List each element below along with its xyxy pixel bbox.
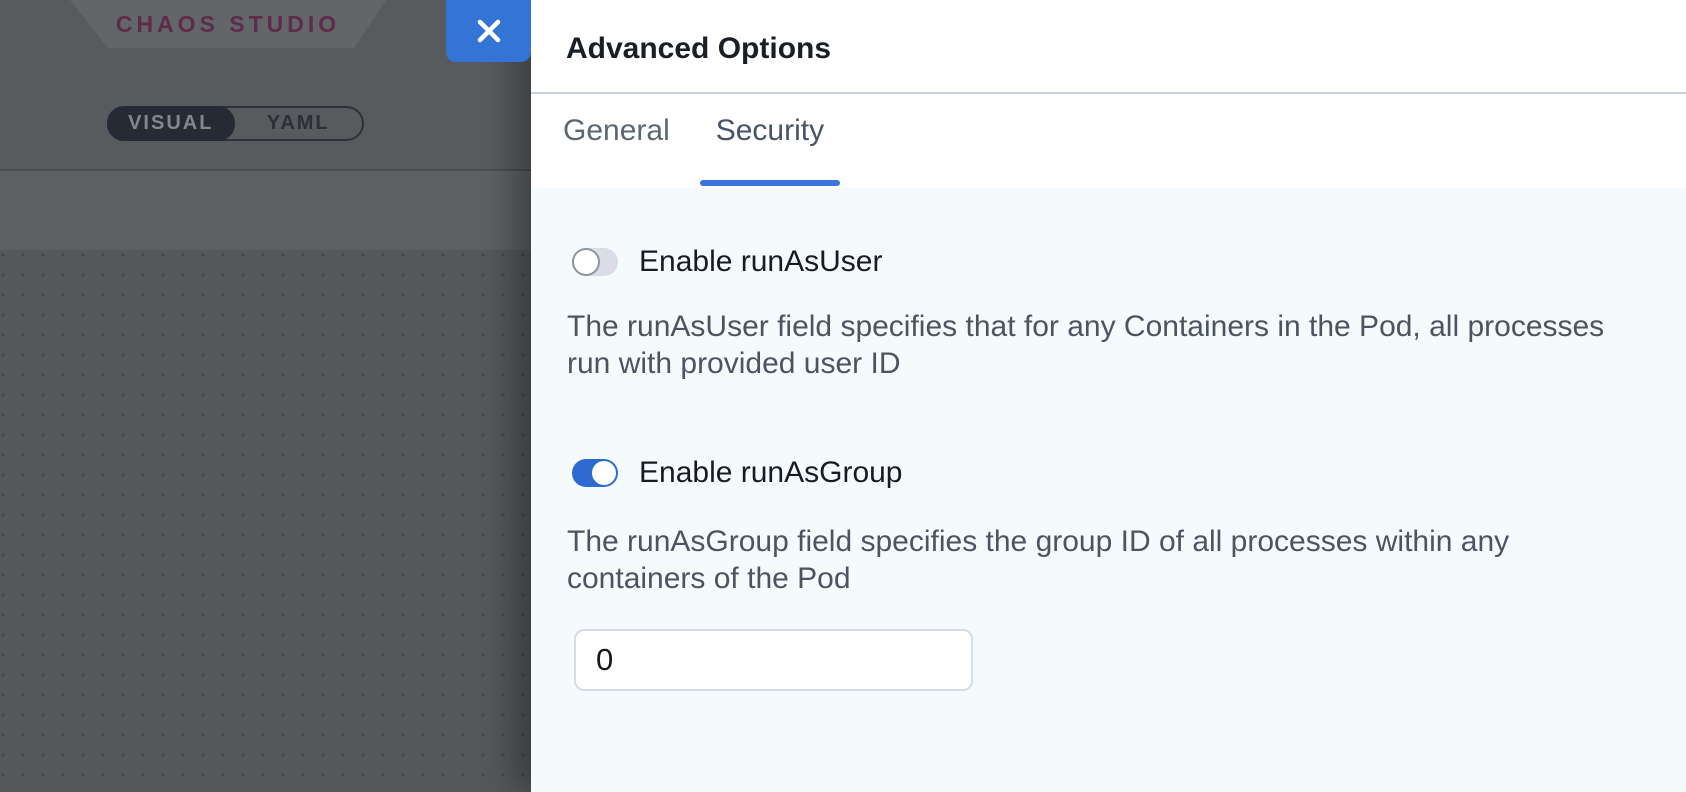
run-as-group-label: Enable runAsGroup (639, 456, 903, 490)
run-as-group-id-input[interactable] (574, 629, 973, 691)
enable-run-as-user-toggle[interactable] (572, 248, 618, 276)
close-icon (476, 18, 502, 44)
run-as-group-description: The runAsGroup field specifies the group… (567, 523, 1650, 597)
security-tab-content: Enable runAsUser The runAsUser field spe… (531, 188, 1686, 792)
enable-run-as-group-toggle[interactable] (572, 459, 618, 487)
drawer-tabs: General Security (531, 94, 1686, 186)
run-as-group-row: Enable runAsGroup (572, 456, 1650, 490)
close-drawer-button[interactable] (446, 0, 531, 62)
advanced-options-drawer: Advanced Options General Security Enable… (531, 0, 1686, 792)
run-as-user-row: Enable runAsUser (572, 245, 1650, 279)
toggle-knob (572, 248, 600, 276)
brand-banner: CHAOS STUDIO (70, 0, 386, 48)
brand-title: CHAOS STUDIO (116, 11, 340, 38)
toggle-knob (592, 461, 616, 485)
diagram-dotted-grid (0, 250, 531, 792)
run-as-user-description: The runAsUser field specifies that for a… (567, 308, 1650, 382)
description-line: The runAsGroup field specifies the group… (567, 523, 1650, 560)
screen: CHAOS STUDIO VISUAL YAML Advanced Option… (0, 0, 1686, 792)
view-mode-toggle: VISUAL YAML (107, 106, 364, 141)
drawer-title: Advanced Options (566, 32, 831, 92)
yaml-tab[interactable]: YAML (235, 108, 363, 139)
tab-general[interactable]: General (547, 94, 686, 186)
description-line: run with provided user ID (567, 345, 1650, 382)
tab-security[interactable]: Security (700, 94, 840, 186)
description-line: containers of the Pod (567, 560, 1650, 597)
run-as-user-label: Enable runAsUser (639, 245, 882, 279)
drawer-header: Advanced Options (531, 0, 1686, 94)
visual-tab[interactable]: VISUAL (107, 106, 235, 141)
chaos-studio-canvas: CHAOS STUDIO VISUAL YAML (0, 0, 531, 792)
description-line: The runAsUser field specifies that for a… (567, 308, 1650, 345)
canvas-toolbar-band (0, 171, 531, 250)
